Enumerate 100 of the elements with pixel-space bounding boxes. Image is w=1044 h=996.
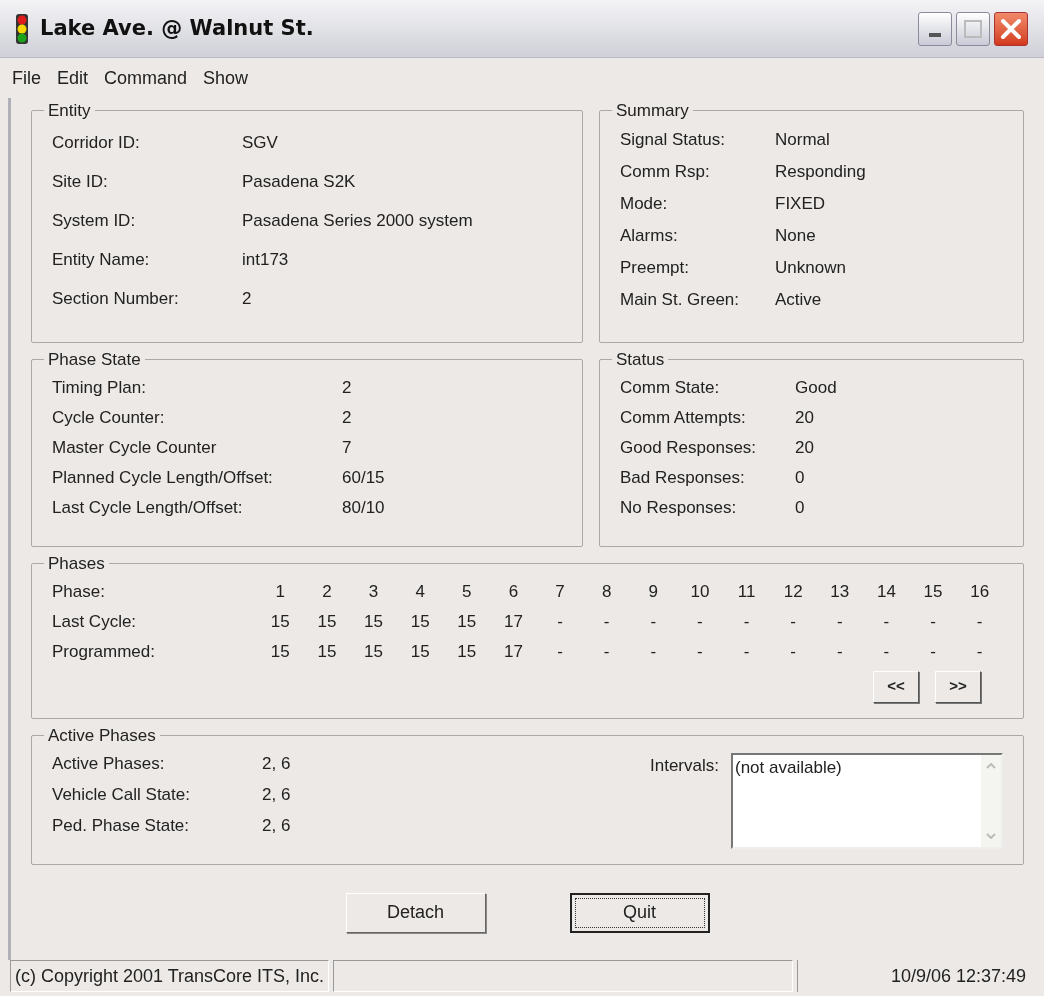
table-cell-text: -	[975, 610, 984, 633]
table-cell-text: -	[556, 640, 564, 663]
field-value: 7	[342, 436, 352, 459]
previous-button[interactable]: <<	[873, 670, 919, 703]
field-value: 2, 6	[262, 815, 291, 838]
table-cell-text: 15	[316, 640, 338, 663]
field-value: Normal	[775, 128, 830, 151]
field-value: 0	[795, 466, 805, 489]
table-cell-text: 10	[689, 580, 711, 603]
field-label: Section Number:	[52, 288, 180, 311]
field-value: 2	[342, 406, 352, 429]
field-label: Comm Attempts:	[620, 406, 747, 429]
field-value: int173	[242, 249, 289, 272]
field-label: Ped. Phase State:	[52, 815, 191, 838]
group-title: Summary	[615, 100, 690, 122]
row-label: Last Cycle:	[52, 610, 138, 633]
table-cell-text: 17	[502, 610, 524, 633]
group-title: Phases	[47, 553, 106, 575]
field-value: 80/10	[342, 496, 385, 519]
group-title: Phase State	[47, 349, 142, 371]
table-cell-text: -	[742, 640, 751, 663]
table-cell-text: -	[975, 640, 984, 663]
minimize-button[interactable]	[918, 11, 952, 46]
table-cell-text: 9	[647, 580, 660, 603]
field-value: Pasadena Series 2000 system	[242, 210, 473, 233]
table-cell-text: -	[929, 610, 937, 633]
menu-item[interactable]: Edit	[57, 64, 89, 92]
field-value: Active	[775, 288, 822, 311]
traffic-light-icon	[16, 13, 28, 44]
maximize-button[interactable]	[956, 11, 990, 46]
field-value: 2	[242, 288, 252, 311]
table-cell-text: -	[835, 610, 844, 633]
table-cell-text: -	[835, 640, 844, 663]
detach-button[interactable]: Detach	[345, 892, 486, 933]
field-value: None	[775, 224, 816, 247]
table-cell-text: -	[789, 640, 797, 663]
field-value: 20	[795, 406, 814, 429]
field-value: FIXED	[775, 192, 826, 215]
table-cell-text: -	[602, 640, 611, 663]
field-label: Planned Cycle Length/Offset:	[52, 466, 274, 489]
window-title: Lake Ave. @ Walnut St.	[40, 14, 314, 42]
table-cell-text: 15	[922, 580, 944, 603]
field-value: 20	[795, 436, 814, 459]
field-label: Comm State:	[620, 376, 721, 399]
list-item: (not available)	[734, 756, 843, 779]
field-label: No Responses:	[620, 496, 738, 519]
table-cell-text: 5	[461, 580, 473, 603]
table-cell-text: 14	[875, 580, 897, 603]
scrollbar[interactable]	[981, 754, 1001, 847]
field-value: Responding	[775, 160, 866, 183]
field-label: Entity Name:	[52, 249, 151, 272]
field-label: Good Responses:	[620, 436, 758, 459]
field-label: Last Cycle Length/Offset:	[52, 496, 244, 519]
field-label: Site ID:	[52, 171, 109, 194]
status-bar-text: (c) Copyright 2001 TransCore ITS, Inc.	[10, 960, 330, 992]
table-cell-text: -	[882, 610, 891, 633]
next-button[interactable]: >>	[935, 670, 981, 703]
field-label: Comm Rsp:	[620, 160, 711, 183]
field-label: Master Cycle Counter	[52, 436, 218, 459]
menu-item[interactable]: Show	[203, 64, 249, 92]
field-label: Vehicle Call State:	[52, 784, 191, 807]
table-cell-text: -	[742, 610, 751, 633]
close-button[interactable]	[994, 11, 1028, 46]
menu-item[interactable]: File	[12, 64, 41, 92]
field-value: 2	[342, 376, 352, 399]
field-label: Bad Responses:	[620, 466, 746, 489]
field-label: Alarms:	[620, 224, 679, 247]
field-label: Cycle Counter:	[52, 406, 166, 429]
table-cell-text: 13	[829, 580, 851, 603]
field-label: Active Phases:	[52, 753, 166, 776]
status-bar-time: 10/9/06 12:37:49	[797, 960, 1034, 992]
table-cell-text: 15	[363, 610, 384, 633]
table-cell-text: 2	[321, 580, 333, 603]
table-cell-text: -	[696, 610, 704, 633]
table-cell-text: 7	[554, 580, 566, 603]
field-label: Signal Status:	[620, 128, 726, 151]
table-cell-text: 15	[409, 610, 431, 633]
quit-button[interactable]: Quit	[569, 892, 710, 933]
field-label: Intervals:	[650, 754, 719, 777]
table-cell-text: 15	[456, 640, 478, 663]
group-title: Entity	[47, 100, 92, 122]
field-label: System ID:	[52, 210, 137, 233]
field-value: 2, 6	[262, 784, 291, 807]
field-label: Mode:	[620, 192, 669, 215]
field-value: Good	[795, 376, 837, 399]
intervals-list[interactable]: (not available)	[731, 752, 1003, 849]
table-cell-text: 17	[502, 640, 524, 663]
field-value: 2, 6	[262, 753, 291, 776]
table-cell-text: -	[789, 610, 797, 633]
table-cell-text: 8	[600, 580, 613, 603]
table-cell-text: -	[929, 640, 937, 663]
table-cell-text: 16	[969, 580, 991, 603]
menu-item[interactable]: Command	[104, 64, 188, 92]
table-cell-text: 11	[736, 580, 757, 603]
field-label: Timing Plan:	[52, 376, 147, 399]
table-cell-text: 12	[782, 580, 804, 603]
group-title: Status	[615, 349, 666, 371]
table-cell-text: 6	[507, 580, 520, 603]
table-cell-text: -	[882, 640, 891, 663]
table-cell-text: 1	[274, 580, 287, 603]
